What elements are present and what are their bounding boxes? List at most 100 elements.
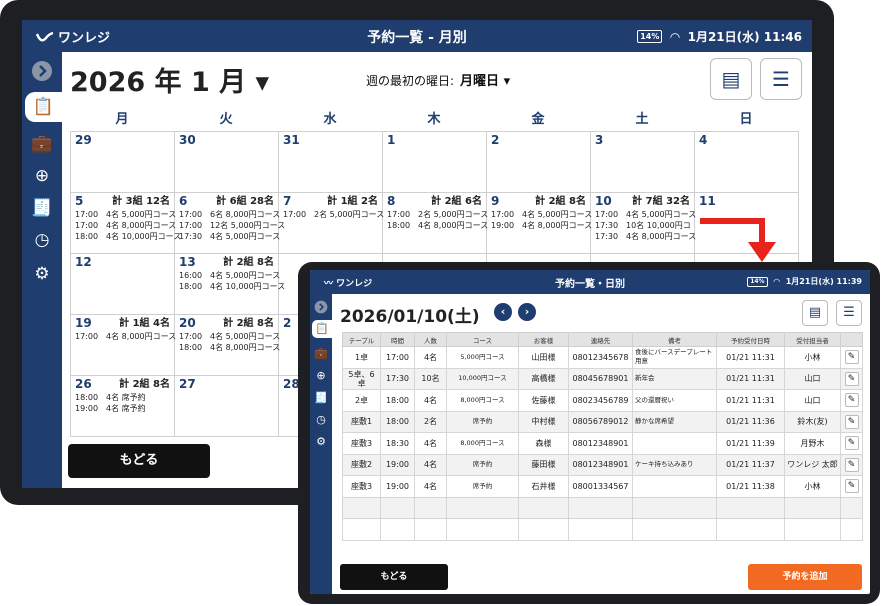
reservation-line: 17:00 6名 8,000円コース (179, 210, 281, 219)
table-cell (342, 496, 381, 519)
day-number: 27 (179, 377, 196, 391)
reservation-line: 18:00 4名 8,000円コース (387, 221, 489, 230)
table-cell: 4名 (414, 432, 447, 455)
day-number: 6 (179, 194, 188, 208)
clipboard-list-icon: ▤ (808, 305, 822, 320)
reservation-line: 18:00 4名 10,000円コース (75, 232, 182, 241)
add-reservation-button[interactable]: 予約を追加 (748, 564, 862, 590)
table-row[interactable]: 2卓 18:00 4名 8,000円コース 佐藤様 08023456789 父の還暦祝い 01… (342, 389, 863, 412)
date-title: 2026/01/10(土) (340, 307, 480, 327)
list-view-button[interactable]: ▤ (802, 300, 828, 326)
table-cell: 席予約 (446, 453, 519, 476)
back-button[interactable]: もどる (340, 564, 448, 590)
edit-pencil-icon[interactable]: ✎ (844, 371, 859, 386)
clipboard-icon[interactable]: 📋 (25, 92, 62, 122)
prev-day-button[interactable]: ‹ (494, 303, 512, 321)
calendar-day-cell[interactable]: 2 (486, 131, 591, 193)
calendar-day-cell[interactable]: 8 計 2組 6名 17:00 2名 5,000円コース 18:00 4名 8,000… (382, 192, 489, 254)
calendar-day-cell[interactable]: 1 (382, 131, 487, 193)
register-icon[interactable]: 💼 (30, 132, 54, 156)
clock-icon[interactable]: ◷ (313, 412, 329, 428)
table-cell: 01/21 11:31 (716, 346, 785, 369)
daily-screen: 〰 ワンレジ 予約一覧・日別 14% ◠ 1月21日(水) 11:39 📋 💼 … (310, 270, 870, 594)
status-time: 1月21日(水) 11:46 (687, 30, 802, 44)
edit-pencil-icon[interactable]: ✎ (844, 414, 859, 429)
table-cell: 19:00 (380, 475, 415, 498)
column-header: テーブル (342, 332, 381, 347)
calendar-day-cell[interactable]: 5 計 3組 12名 17:00 4名 5,000円コース 17:00 4名 8,00… (70, 192, 182, 254)
week-start-select[interactable]: 月曜日 ▾ (460, 74, 510, 89)
list-view-button[interactable]: ▤ (710, 58, 752, 100)
edit-cell: ✎ (840, 475, 863, 498)
table-row[interactable]: 座敷3 18:30 4名 8,000円コース 森様 08012348901 01/21 11… (342, 432, 863, 455)
table-cell: ケーキ持ち込みあり (632, 453, 717, 476)
calendar-day-cell[interactable]: 12 (70, 253, 175, 315)
table-cell (784, 496, 841, 519)
clipboard-icon[interactable]: 📋 (312, 320, 332, 338)
edit-pencil-icon[interactable]: ✎ (844, 436, 859, 451)
day-total: 計 2組 8名 (535, 196, 586, 207)
transition-arrow-icon (700, 218, 776, 262)
calendar-day-cell[interactable]: 31 (278, 131, 383, 193)
day-total: 計 1組 2名 (327, 196, 378, 207)
expand-icon[interactable] (30, 60, 54, 84)
weekday-header: 火 (219, 112, 233, 127)
header-bar: ワンレジ 予約一覧 - 月別 14% ◠ 1月21日(水) 11:46 (22, 20, 812, 52)
gear-icon[interactable]: ⚙ (30, 262, 54, 286)
day-number: 19 (75, 316, 92, 330)
calendar-day-cell[interactable]: 10 計 7組 32名 17:00 4名 5,000円コース 17:30 10名 10… (590, 192, 696, 254)
calendar-day-cell[interactable]: 20 計 2組 8名 17:00 4名 5,000円コース 18:00 4名 8,00… (174, 314, 280, 376)
table-row[interactable]: 座敷1 18:00 2名 席予約 中村様 08056789012 静かな席希望 01/21 1… (342, 410, 863, 433)
day-number: 7 (283, 194, 292, 208)
day-total: 計 3組 12名 (112, 196, 170, 207)
table-cell (632, 475, 717, 498)
day-number: 3 (595, 133, 604, 147)
calendar-day-cell[interactable]: 29 (70, 131, 175, 193)
calendar-day-cell[interactable]: 7 計 1組 2名 17:00 2名 5,000円コース (278, 192, 384, 254)
edit-pencil-icon[interactable]: ✎ (844, 350, 859, 365)
calendar-day-cell[interactable]: 27 (174, 375, 279, 437)
table-cell: 新年会 (632, 367, 717, 390)
calendar-day-cell[interactable]: 3 (590, 131, 695, 193)
edit-cell: ✎ (840, 453, 863, 476)
calendar-day-cell[interactable]: 6 計 6組 28名 17:00 6名 8,000円コース 17:00 12名 5,0… (174, 192, 285, 254)
edit-pencil-icon[interactable]: ✎ (844, 393, 859, 408)
gear-icon[interactable]: ⚙ (313, 434, 329, 450)
weekday-header: 日 (739, 112, 753, 127)
sort-button[interactable]: ☰ (836, 300, 862, 326)
table-cell (518, 496, 569, 519)
expand-icon[interactable] (313, 300, 329, 316)
calendar-day-cell[interactable]: 30 (174, 131, 279, 193)
table-cell: 1卓 (342, 346, 381, 369)
sort-lines-icon: ☰ (843, 305, 855, 320)
day-number: 30 (179, 133, 196, 147)
receipt-icon[interactable]: 🧾 (30, 196, 54, 220)
reservation-line: 16:00 4名 5,000円コース (179, 271, 281, 280)
location-icon[interactable]: ⊕ (30, 164, 54, 188)
sort-button[interactable]: ☰ (760, 58, 802, 100)
calendar-day-cell[interactable]: 19 計 1組 4名 17:00 4名 8,000円コース (70, 314, 177, 376)
register-icon[interactable]: 💼 (313, 346, 329, 362)
back-button[interactable]: もどる (68, 444, 210, 478)
reservation-line: 17:00 4名 8,000円コース (75, 332, 177, 341)
day-number: 12 (75, 255, 92, 269)
table-row[interactable]: 座敷2 19:00 4名 席予約 藤田様 08012348901 ケーキ持ち込みあり 01/2… (342, 453, 863, 476)
receipt-icon[interactable]: 🧾 (313, 390, 329, 406)
month-selector[interactable]: 2026 年 1 月 ▾ (70, 60, 269, 99)
clock-icon[interactable]: ◷ (30, 228, 54, 252)
calendar-day-cell[interactable]: 9 計 2組 8名 17:00 4名 5,000円コース 19:00 4名 8,000… (486, 192, 592, 254)
table-row[interactable]: 1卓 17:00 4名 5,000円コース 山田様 08012345678 食後にバースデー… (342, 346, 863, 369)
edit-pencil-icon[interactable]: ✎ (844, 457, 859, 472)
column-header (840, 332, 863, 347)
table-row[interactable]: 5卓、6卓 17:30 10名 10,000円コース 高橋様 08045678901 新年会… (342, 367, 863, 390)
next-day-button[interactable]: › (518, 303, 536, 321)
day-number: 29 (75, 133, 92, 147)
location-icon[interactable]: ⊕ (313, 368, 329, 384)
table-cell (632, 496, 717, 519)
calendar-day-cell[interactable]: 26 計 2組 8名 18:00 4名 席予約 19:00 4名 席予約 (70, 375, 175, 437)
calendar-day-cell[interactable]: 13 計 2組 8名 16:00 4名 5,000円コース 18:00 4名 10,0… (174, 253, 285, 315)
day-total: 計 7組 32名 (632, 196, 690, 207)
table-row[interactable]: 座敷3 19:00 4名 席予約 石井様 08001334567 01/21 11:38 小林… (342, 475, 863, 498)
calendar-day-cell[interactable]: 4 (694, 131, 799, 193)
edit-pencil-icon[interactable]: ✎ (844, 479, 859, 494)
